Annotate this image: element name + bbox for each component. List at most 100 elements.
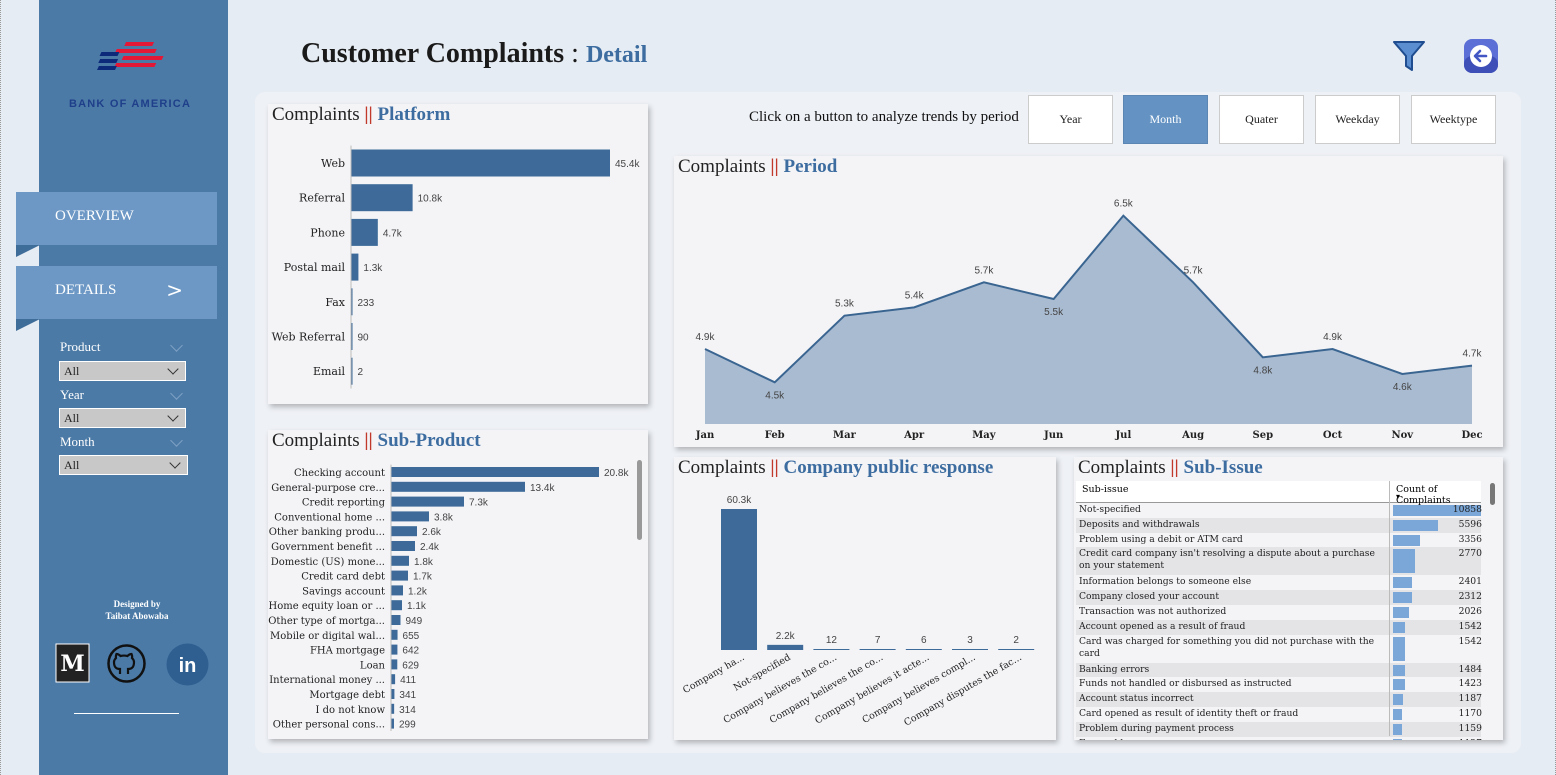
period-quarter-button[interactable]: Quater bbox=[1219, 95, 1304, 144]
category-label: Domestic (US) mone... bbox=[271, 557, 385, 568]
table-row[interactable]: Credit card company isn't resolving a di… bbox=[1076, 547, 1482, 576]
x-tick-label: Aug bbox=[1181, 430, 1204, 441]
bar bbox=[998, 649, 1035, 650]
subissue-name: Account status incorrect bbox=[1079, 693, 1194, 705]
period-month-button[interactable]: Month bbox=[1123, 95, 1208, 144]
data-label: 3 bbox=[967, 635, 973, 646]
github-icon[interactable] bbox=[106, 643, 147, 684]
category-label: Referral bbox=[299, 192, 345, 205]
count-value: 2401 bbox=[1458, 576, 1482, 588]
sort-desc-icon[interactable]: ▾ bbox=[1396, 492, 1400, 501]
category-label: General-purpose cre... bbox=[271, 483, 385, 494]
table-row[interactable]: Transaction was not authorized 2026 bbox=[1076, 605, 1482, 620]
product-filter-select[interactable]: All bbox=[59, 361, 186, 381]
period-year-button[interactable]: Year bbox=[1028, 95, 1113, 144]
column-header-subissue[interactable]: Sub-issue bbox=[1082, 484, 1128, 495]
subissue-name: Credit card company isn't resolving a di… bbox=[1079, 548, 1375, 572]
count-value: 1170 bbox=[1458, 707, 1482, 719]
data-label: 5.7k bbox=[974, 265, 994, 276]
data-label: 4.9k bbox=[696, 332, 716, 343]
count-value: 10858 bbox=[1452, 504, 1482, 515]
x-tick-label: Jan bbox=[695, 430, 715, 441]
linkedin-icon[interactable]: in bbox=[166, 643, 209, 686]
data-label: 1.8k bbox=[414, 557, 434, 568]
bar bbox=[391, 674, 396, 685]
bar bbox=[721, 509, 757, 650]
data-label: 1.2k bbox=[408, 586, 428, 597]
data-label: 341 bbox=[399, 690, 416, 701]
table-row[interactable]: Deposits and withdrawals 5596 bbox=[1076, 517, 1482, 533]
count-value: 3356 bbox=[1458, 533, 1482, 545]
nav-overview-label: OVERVIEW bbox=[55, 208, 134, 224]
table-row[interactable]: Information belongs to someone else 2401 bbox=[1076, 575, 1482, 590]
table-row[interactable]: Card was charged for something you did n… bbox=[1076, 635, 1482, 663]
subissue-card-title: Complaints || Sub-Issue bbox=[1078, 457, 1263, 478]
category-label: Postal mail bbox=[284, 261, 346, 274]
nav-details-button[interactable]: DETAILS > bbox=[16, 266, 217, 331]
medium-icon[interactable]: M bbox=[55, 643, 90, 683]
data-label: 13.4k bbox=[530, 483, 555, 494]
table-row[interactable]: Card opened as result of identity theft … bbox=[1076, 707, 1482, 722]
table-row[interactable]: Funds not handled or disbursed as instru… bbox=[1076, 677, 1482, 692]
year-filter-select[interactable]: All bbox=[59, 408, 186, 428]
count-value: 1542 bbox=[1458, 635, 1482, 647]
table-row[interactable]: Fee problem 1127 bbox=[1076, 737, 1482, 740]
count-value: 2026 bbox=[1458, 605, 1482, 617]
filter-icon[interactable] bbox=[1391, 38, 1427, 74]
x-tick-label: Nov bbox=[1391, 430, 1414, 441]
response-card: Complaints || Company public response 60… bbox=[674, 457, 1056, 740]
table-row[interactable]: Banking errors 1484 bbox=[1076, 662, 1482, 678]
data-label: 90 bbox=[358, 333, 370, 344]
back-arrow-icon[interactable] bbox=[1463, 38, 1499, 74]
x-tick-label: Sep bbox=[1253, 430, 1274, 441]
table-row[interactable]: Account status incorrect 1187 bbox=[1076, 692, 1482, 707]
period-weekday-button[interactable]: Weekday bbox=[1315, 95, 1400, 144]
table-row[interactable]: Not-specified 10858 bbox=[1076, 503, 1482, 518]
count-value: 1187 bbox=[1458, 693, 1482, 705]
category-label: Government benefit ... bbox=[271, 542, 385, 553]
category-label: Conventional home ... bbox=[274, 512, 385, 523]
category-label: Loan bbox=[360, 660, 386, 671]
area-fill bbox=[705, 215, 1472, 424]
table-row[interactable]: Problem during payment process 1159 bbox=[1076, 721, 1482, 737]
data-label: 949 bbox=[405, 616, 422, 627]
table-header: Sub-issue Count of Complaints ▾ bbox=[1076, 481, 1481, 506]
data-label: 2 bbox=[1013, 635, 1019, 646]
x-tick-label: Mar bbox=[833, 430, 857, 441]
month-filter-select[interactable]: All bbox=[59, 455, 188, 475]
table-row[interactable]: Company closed your account 2312 bbox=[1076, 590, 1482, 605]
data-label: 4.9k bbox=[1323, 332, 1343, 343]
category-label: Web Referral bbox=[272, 331, 346, 344]
category-label: Savings account bbox=[302, 586, 385, 597]
subissue-name: Not-specified bbox=[1079, 504, 1141, 515]
product-filter-label: Product bbox=[60, 339, 183, 355]
data-label: 655 bbox=[403, 631, 420, 642]
bar bbox=[351, 253, 359, 281]
data-label: 299 bbox=[399, 720, 416, 731]
bar bbox=[391, 467, 599, 477]
period-weektype-button[interactable]: Weektype bbox=[1411, 95, 1496, 144]
subissue-name: Banking errors bbox=[1079, 663, 1150, 675]
count-value: 2770 bbox=[1458, 548, 1482, 560]
scrollbar[interactable] bbox=[637, 460, 642, 540]
data-label: 5.3k bbox=[835, 299, 855, 310]
scrollbar[interactable] bbox=[1490, 483, 1495, 505]
bar bbox=[391, 511, 429, 522]
page-title: Customer Complaints : Detail bbox=[301, 38, 647, 70]
table-row[interactable]: Account opened as a result of fraud 1542 bbox=[1076, 619, 1482, 635]
x-tick-label: Feb bbox=[765, 430, 785, 441]
category-label: Other personal cons... bbox=[273, 720, 385, 731]
table-row[interactable]: Problem using a debit or ATM card 3356 bbox=[1076, 533, 1482, 548]
bar bbox=[813, 649, 850, 650]
category-label: Credit card debt bbox=[301, 572, 385, 583]
category-label: FHA mortgage bbox=[310, 646, 385, 657]
nav-overview-button[interactable]: OVERVIEW bbox=[16, 192, 217, 257]
data-label: 7 bbox=[875, 635, 881, 646]
period-prompt: Click on a button to analyze trends by p… bbox=[749, 109, 1019, 125]
subissue-name: Problem using a debit or ATM card bbox=[1079, 533, 1243, 545]
bar bbox=[767, 644, 804, 650]
category-label: Other banking produ... bbox=[269, 527, 385, 538]
category-label: Mortgage debt bbox=[309, 690, 385, 701]
data-label: 4.7k bbox=[383, 228, 403, 239]
divider bbox=[74, 713, 179, 714]
